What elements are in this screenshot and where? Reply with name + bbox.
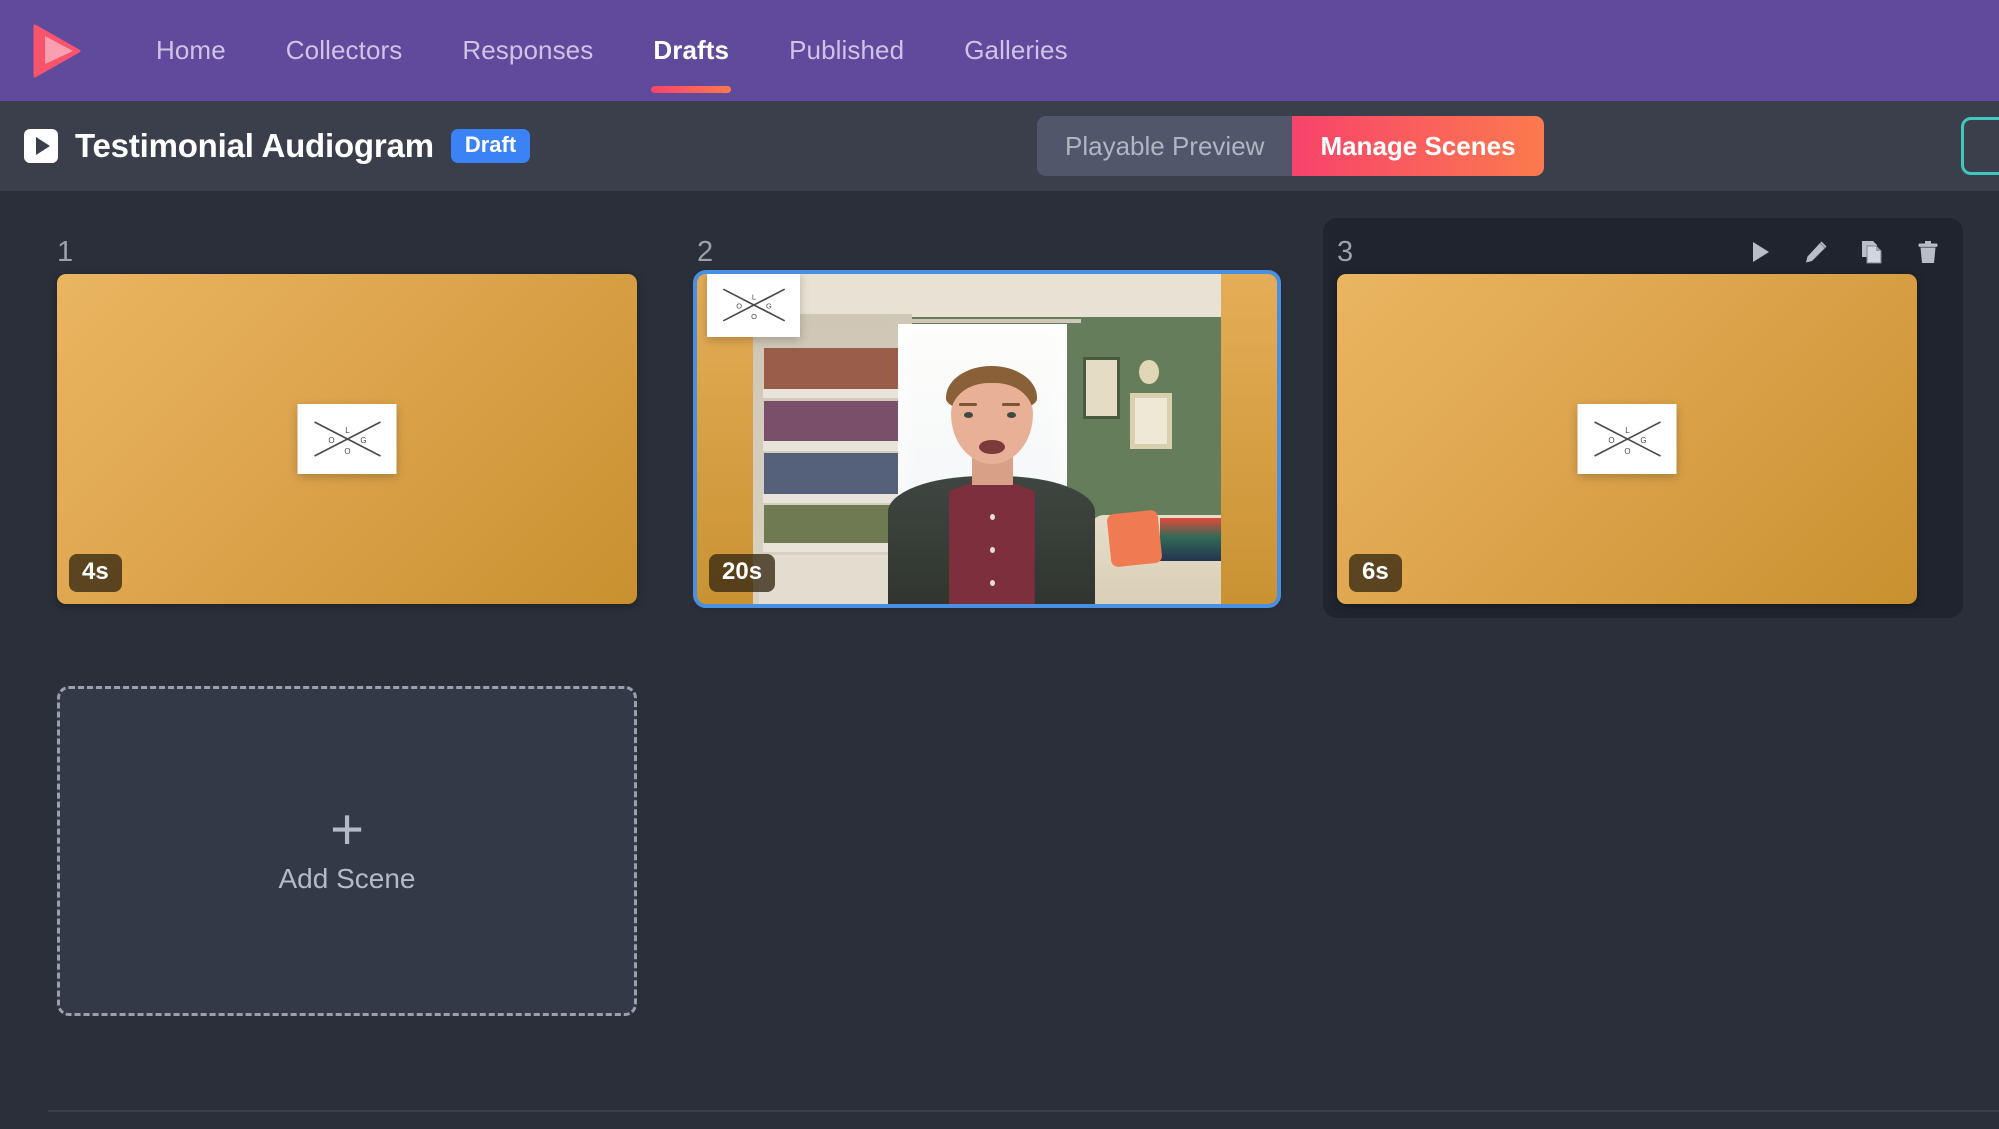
scene-card-2[interactable]: 2 L O G O 20s — [693, 230, 1337, 608]
wall-art-2 — [1129, 392, 1172, 449]
page-title: Testimonial Audiogram — [75, 127, 434, 164]
duration-badge: 6s — [1349, 554, 1402, 592]
logo-letter-left: O — [736, 301, 742, 310]
scenes-board: 1 L O G O 4s 2 L O G O 20s 3 L O G O 6s … — [0, 192, 1999, 1128]
play-icon — [24, 129, 58, 163]
nav-item-drafts[interactable]: Drafts — [623, 0, 759, 101]
wall-art-circle — [1139, 359, 1159, 385]
logo-letter-right: G — [1640, 436, 1646, 445]
add-scene-label: Add Scene — [278, 863, 416, 895]
logo-letter-top: L — [1625, 426, 1630, 435]
scene-header: 1 — [57, 230, 697, 274]
logo-letter-right: G — [765, 301, 771, 310]
scene-hover-toolbar — [1745, 237, 1943, 267]
logo-letter-top: L — [751, 292, 755, 301]
play-icon[interactable] — [1745, 237, 1775, 267]
logo-letter-left: O — [1608, 436, 1614, 445]
scene-header: 2 — [697, 230, 1337, 274]
pillow — [1106, 509, 1163, 567]
nav-label: Published — [789, 35, 905, 65]
scene-card-3[interactable]: 3 L O G O 6s — [1323, 218, 1963, 618]
bottom-divider — [48, 1110, 1999, 1112]
scene-thumbnail[interactable]: L O G O 6s — [1337, 274, 1917, 604]
video-right-bar — [1221, 274, 1277, 604]
scene-number: 3 — [1337, 235, 1354, 268]
scene-number: 1 — [57, 235, 74, 268]
nav-items: Home Collectors Responses Drafts Publish… — [126, 0, 1098, 101]
nav-item-galleries[interactable]: Galleries — [934, 0, 1098, 101]
nav-item-collectors[interactable]: Collectors — [256, 0, 433, 101]
trash-icon[interactable] — [1913, 237, 1943, 267]
logo-letter-bottom: O — [1624, 447, 1630, 456]
top-navigation-bar: Home Collectors Responses Drafts Publish… — [0, 0, 1999, 101]
nav-label: Responses — [462, 35, 594, 65]
logo-letter-bottom: O — [751, 311, 757, 320]
nav-label: Galleries — [964, 35, 1068, 65]
logo-placeholder-svg: L O G O — [313, 421, 381, 457]
title-left-group: Testimonial Audiogram Draft — [24, 127, 531, 165]
duration-badge: 20s — [709, 554, 776, 592]
document-title-bar: Testimonial Audiogram Draft Playable Pre… — [0, 101, 1999, 192]
logo-placeholder-svg: L O G O — [722, 287, 785, 322]
logo-placeholder: L O G O — [297, 404, 397, 474]
view-mode-segmented-control: Playable Preview Manage Scenes — [1037, 116, 1544, 176]
logo-letter-right: G — [360, 436, 366, 445]
logo-placeholder-svg: L O G O — [1593, 421, 1661, 457]
playable-preview-button[interactable]: Playable Preview — [1037, 116, 1293, 176]
logo-letter-left: O — [328, 436, 334, 445]
scene-number: 2 — [697, 235, 714, 268]
nav-label: Drafts — [653, 35, 730, 65]
add-scene-button[interactable]: + Add Scene — [57, 686, 637, 1016]
logo-letter-bottom: O — [344, 447, 350, 456]
scene-thumbnail[interactable]: L O G O 20s — [693, 270, 1281, 608]
video-still — [753, 274, 1221, 604]
person-subject — [884, 366, 1099, 604]
duration-badge: 4s — [69, 554, 122, 592]
nav-item-home[interactable]: Home — [126, 0, 256, 101]
brand-logo-icon[interactable] — [22, 19, 86, 83]
play-triangle-logo-svg — [33, 24, 81, 77]
nav-label: Collectors — [285, 35, 403, 65]
nav-item-published[interactable]: Published — [759, 0, 934, 101]
logo-placeholder: L O G O — [707, 274, 800, 337]
duplicate-icon[interactable] — [1857, 237, 1887, 267]
offscreen-teal-button[interactable] — [1961, 117, 1999, 175]
scene-card-1[interactable]: 1 L O G O 4s — [57, 230, 697, 604]
nav-label: Home — [156, 35, 226, 65]
nav-item-responses[interactable]: Responses — [432, 0, 623, 101]
manage-scenes-button[interactable]: Manage Scenes — [1292, 116, 1544, 176]
status-badge: Draft — [450, 129, 531, 163]
plus-icon: + — [330, 796, 364, 862]
logo-letter-top: L — [345, 426, 350, 435]
logo-placeholder: L O G O — [1577, 404, 1677, 474]
scene-header: 3 — [1337, 230, 1949, 274]
pencil-icon[interactable] — [1801, 237, 1831, 267]
add-scene-row: + Add Scene — [0, 686, 1999, 1016]
scene-row: 1 L O G O 4s 2 L O G O 20s 3 L O G O 6s — [0, 218, 1999, 618]
scene-thumbnail[interactable]: L O G O 4s — [57, 274, 637, 604]
